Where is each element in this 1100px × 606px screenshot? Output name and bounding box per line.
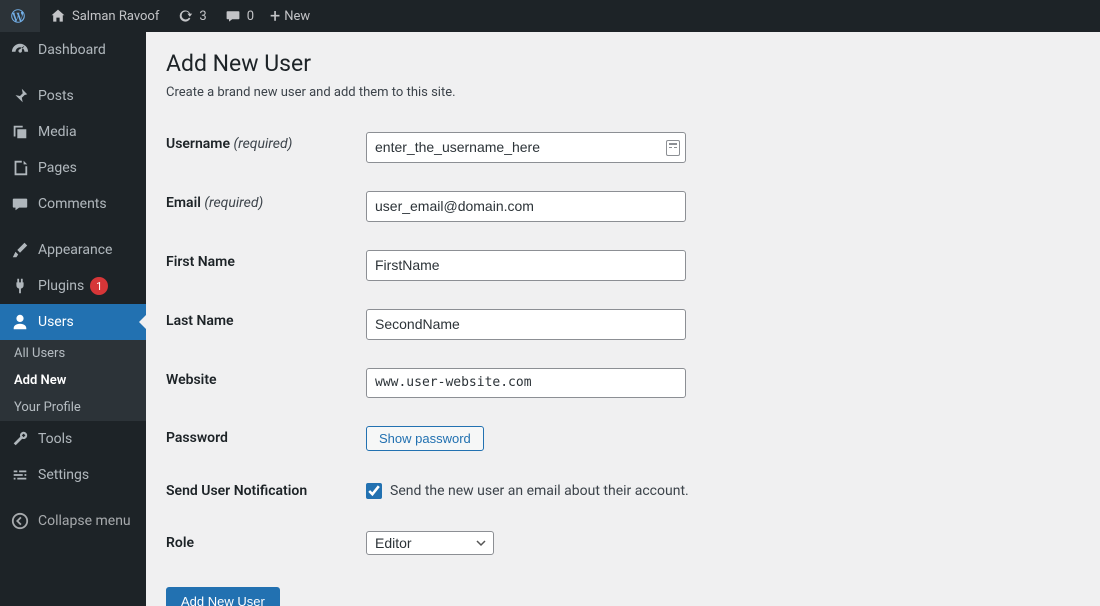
comment-icon [10, 194, 30, 214]
add-new-user-button[interactable]: Add New User [166, 587, 280, 606]
collapse-icon [10, 511, 30, 531]
first-name-input[interactable] [366, 250, 686, 281]
sidebar-item-label: Plugins [38, 278, 84, 294]
sidebar-item-users[interactable]: Users [0, 304, 146, 340]
comments-count: 0 [247, 9, 254, 24]
website-input[interactable] [366, 368, 686, 398]
submenu-all-users[interactable]: All Users [0, 340, 146, 367]
sidebar-item-dashboard[interactable]: Dashboard [0, 32, 146, 68]
sidebar-item-label: Media [38, 124, 77, 140]
admin-bar: Salman Ravoof 3 0 + New [0, 0, 1100, 32]
required-marker: (required) [204, 195, 263, 211]
sidebar-item-pages[interactable]: Pages [0, 150, 146, 186]
media-icon [10, 122, 30, 142]
add-user-form: Username (required) Email (required) Fir… [166, 118, 1080, 569]
plugins-update-badge: 1 [90, 277, 108, 295]
required-marker: (required) [233, 136, 292, 152]
updates-menu[interactable]: 3 [167, 0, 214, 32]
site-name-label: Salman Ravoof [72, 9, 159, 24]
email-input[interactable] [366, 191, 686, 222]
submenu-add-new[interactable]: Add New [0, 367, 146, 394]
sidebar-item-label: Settings [38, 467, 89, 483]
sidebar-item-plugins[interactable]: Plugins 1 [0, 268, 146, 304]
submenu-label: All Users [14, 346, 65, 361]
users-submenu: All Users Add New Your Profile [0, 340, 146, 421]
pin-icon [10, 86, 30, 106]
autofill-icon [666, 140, 680, 156]
sidebar-item-label: Comments [38, 196, 107, 212]
user-icon [10, 312, 30, 332]
sidebar-item-label: Posts [38, 88, 74, 104]
website-label: Website [166, 354, 366, 412]
sidebar-item-label: Appearance [38, 242, 112, 258]
sliders-icon [10, 465, 30, 485]
refresh-icon [175, 6, 195, 26]
gauge-icon [10, 40, 30, 60]
show-password-button[interactable]: Show password [366, 426, 484, 451]
role-label: Role [166, 517, 366, 569]
sidebar-item-settings[interactable]: Settings [0, 457, 146, 493]
first-name-label: First Name [166, 236, 366, 295]
page-title: Add New User [166, 50, 1080, 77]
main-content: Add New User Create a brand new user and… [146, 32, 1100, 606]
new-label: New [284, 9, 310, 24]
username-label: Username (required) [166, 118, 366, 177]
submenu-label: Your Profile [14, 400, 81, 415]
sidebar-item-label: Pages [38, 160, 77, 176]
notification-label: Send User Notification [166, 465, 366, 517]
label-text: Username [166, 136, 230, 152]
sidebar-item-comments[interactable]: Comments [0, 186, 146, 222]
wrench-icon [10, 429, 30, 449]
sidebar-item-appearance[interactable]: Appearance [0, 232, 146, 268]
send-notification-checkbox[interactable] [366, 483, 382, 499]
wordpress-icon [8, 6, 28, 26]
home-icon [48, 6, 68, 26]
page-subtitle: Create a brand new user and add them to … [166, 85, 1080, 100]
collapse-menu[interactable]: Collapse menu [0, 503, 146, 539]
collapse-label: Collapse menu [38, 513, 131, 529]
role-select[interactable]: Editor [366, 531, 494, 555]
plus-icon: + [270, 6, 280, 27]
site-name-menu[interactable]: Salman Ravoof [40, 0, 167, 32]
pages-icon [10, 158, 30, 178]
password-label: Password [166, 412, 366, 465]
comments-menu[interactable]: 0 [215, 0, 262, 32]
last-name-label: Last Name [166, 295, 366, 354]
submenu-your-profile[interactable]: Your Profile [0, 394, 146, 421]
label-text: Email [166, 195, 201, 211]
new-content-menu[interactable]: + New [262, 0, 318, 32]
notification-checkbox-label: Send the new user an email about their a… [390, 483, 689, 499]
sidebar-item-label: Tools [38, 431, 72, 447]
plug-icon [10, 276, 30, 296]
comment-icon [223, 6, 243, 26]
sidebar-item-media[interactable]: Media [0, 114, 146, 150]
username-input[interactable] [366, 132, 686, 163]
admin-sidebar: Dashboard Posts Media Pages Comments App… [0, 32, 146, 606]
last-name-input[interactable] [366, 309, 686, 340]
sidebar-item-posts[interactable]: Posts [0, 78, 146, 114]
sidebar-item-tools[interactable]: Tools [0, 421, 146, 457]
sidebar-item-label: Dashboard [38, 42, 106, 58]
sidebar-item-label: Users [38, 314, 74, 330]
brush-icon [10, 240, 30, 260]
updates-count: 3 [199, 9, 206, 24]
wp-logo-menu[interactable] [0, 0, 40, 32]
submenu-label: Add New [14, 373, 66, 388]
email-label: Email (required) [166, 177, 366, 236]
